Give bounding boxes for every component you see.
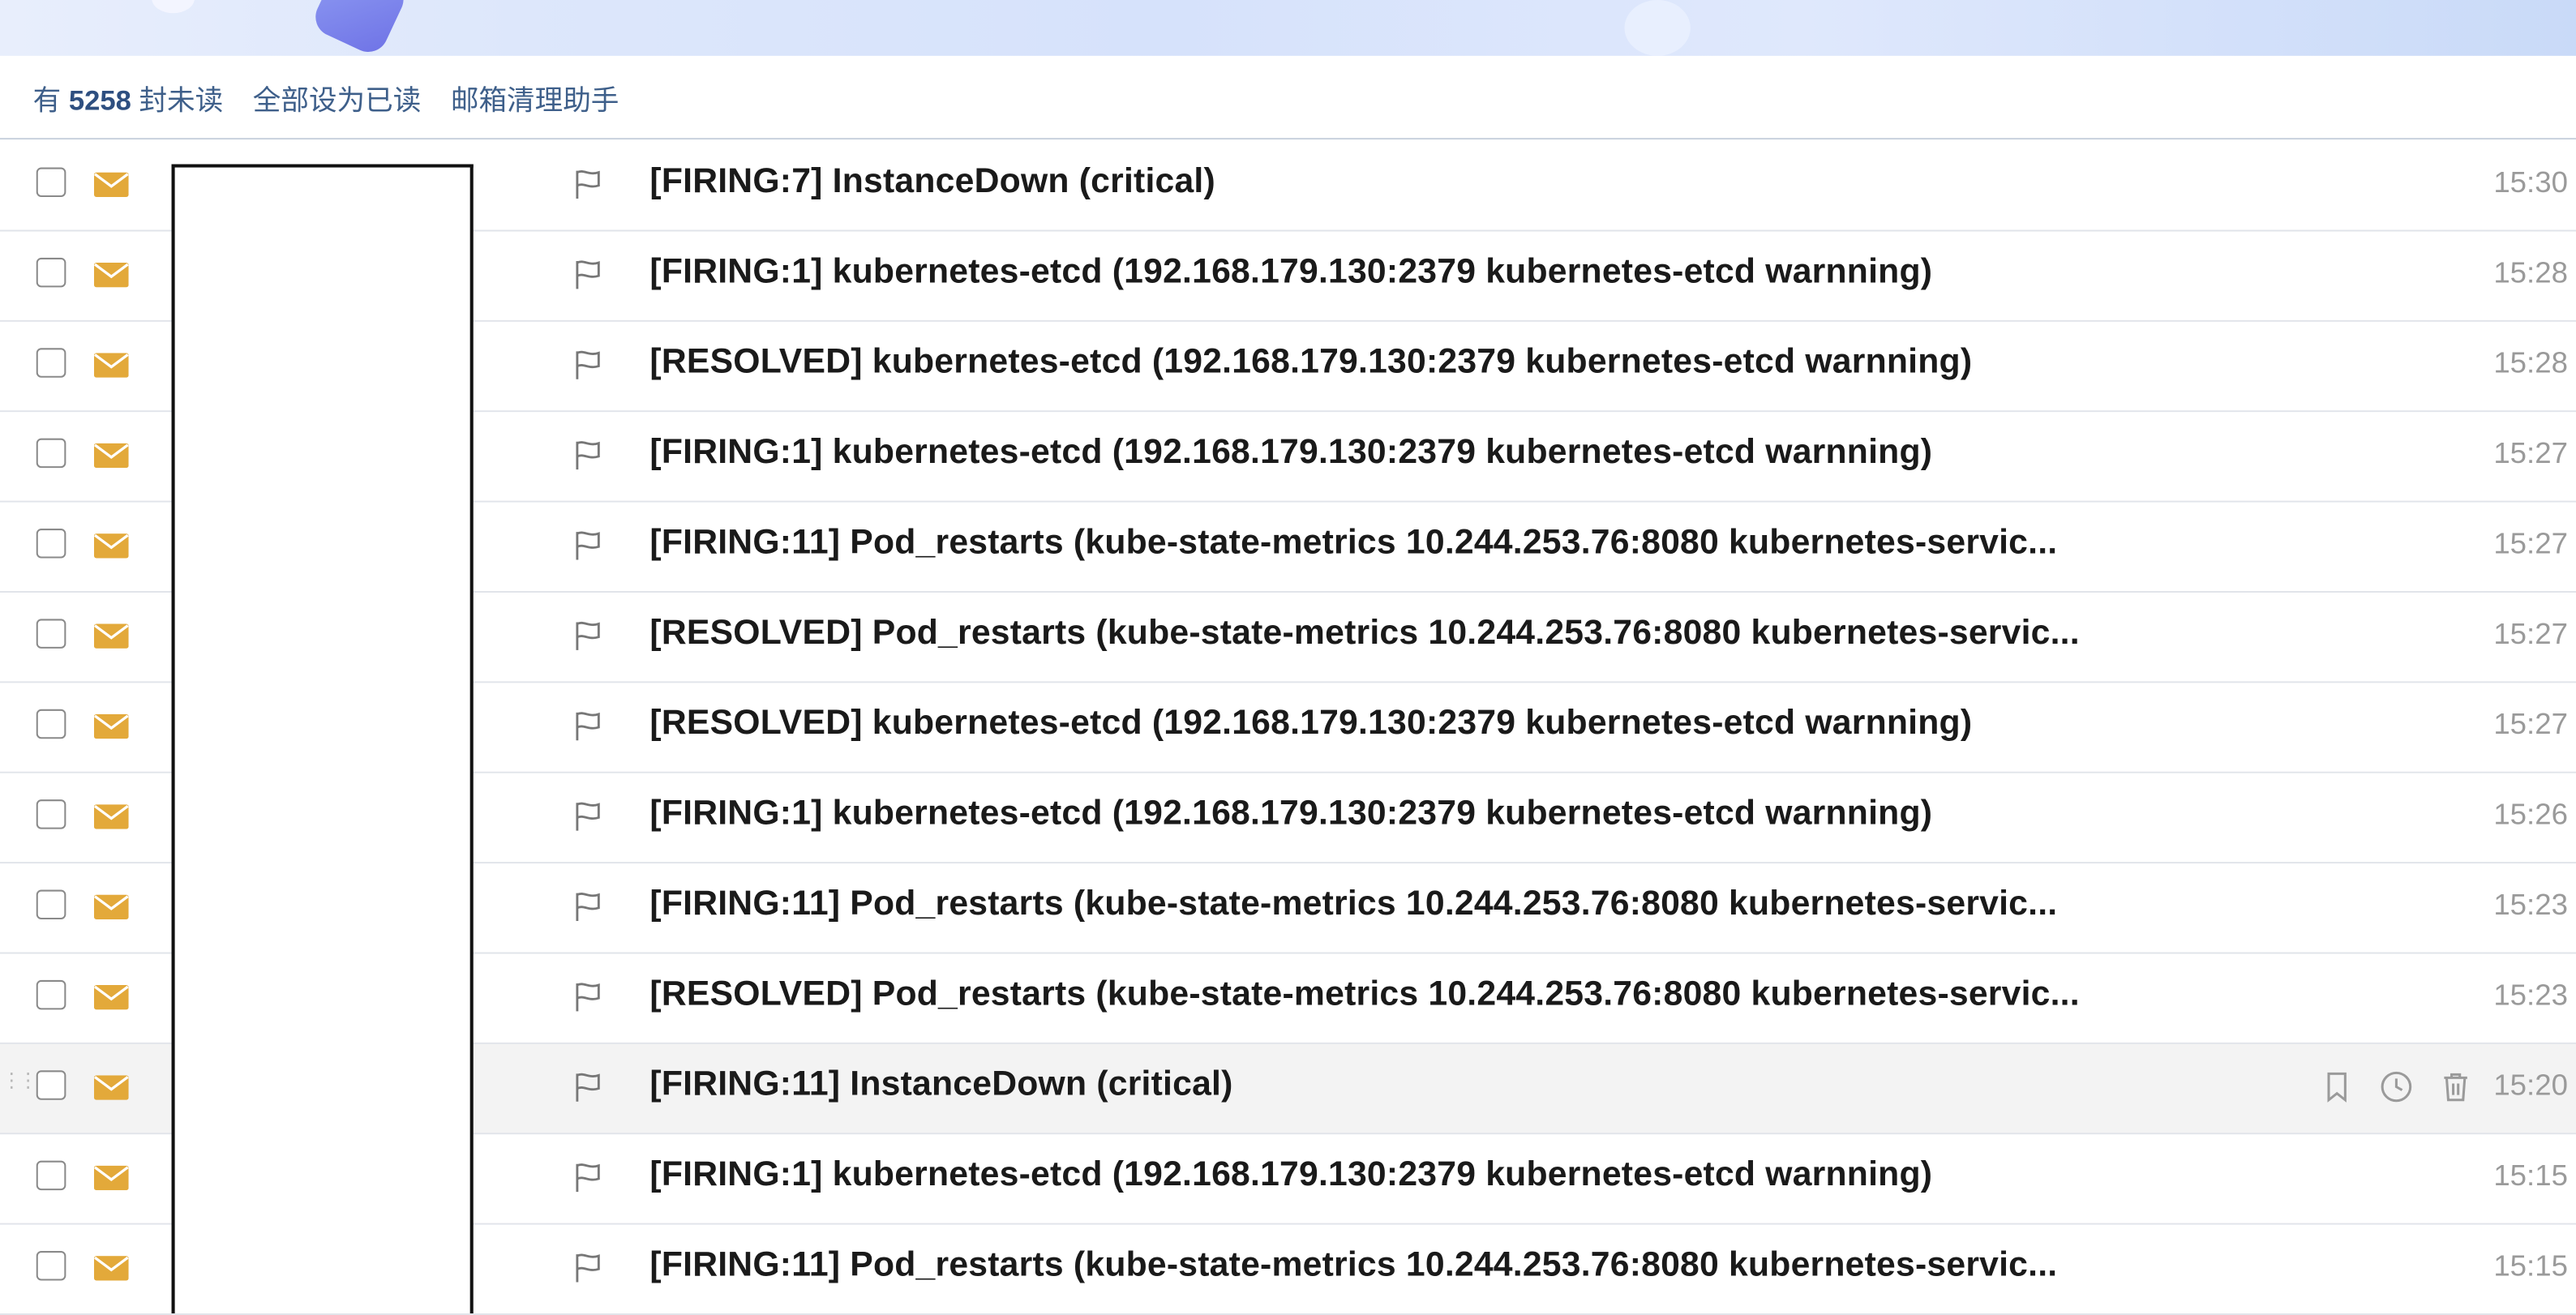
mail-time: 15:28	[2493, 346, 2568, 379]
flag-icon[interactable]	[574, 620, 602, 651]
flag-icon[interactable]	[574, 1163, 602, 1193]
banner-decoration	[152, 0, 195, 14]
unread-envelope-icon	[93, 623, 129, 649]
mail-subject[interactable]: [FIRING:1] kubernetes-etcd (192.168.179.…	[649, 1156, 1932, 1196]
mail-subject[interactable]: [FIRING:1] kubernetes-etcd (192.168.179.…	[649, 253, 1932, 293]
unread-envelope-icon	[93, 353, 129, 378]
select-checkbox[interactable]	[36, 438, 66, 469]
unread-prefix: 有	[32, 84, 62, 116]
mail-time: 15:28	[2493, 255, 2568, 289]
mail-toolbar: 有 5258 封未读 全部设为已读 邮箱清理助手	[0, 56, 2576, 140]
select-checkbox[interactable]	[36, 1070, 66, 1100]
mail-time: 15:23	[2493, 978, 2568, 1012]
select-checkbox[interactable]	[36, 348, 66, 378]
unread-envelope-icon	[93, 1165, 129, 1191]
mail-time: 15:26	[2493, 798, 2568, 831]
select-checkbox[interactable]	[36, 709, 66, 739]
banner-decoration	[1624, 0, 1691, 56]
banner-decoration	[309, 0, 410, 56]
flag-icon[interactable]	[574, 1072, 602, 1103]
mail-subject[interactable]: [FIRING:11] Pod_restarts (kube-state-met…	[649, 1246, 2057, 1286]
mail-time: 15:27	[2493, 617, 2568, 650]
row-actions	[2319, 1069, 2474, 1113]
mail-subject[interactable]: [FIRING:11] Pod_restarts (kube-state-met…	[649, 885, 2057, 924]
select-checkbox[interactable]	[36, 167, 66, 198]
header-banner	[0, 0, 2576, 56]
unread-envelope-icon	[93, 1256, 129, 1281]
mail-list-page: 有 5258 封未读 全部设为已读 邮箱清理助手 [FIRING:7] Inst…	[0, 0, 2576, 1315]
mark-all-read-link[interactable]: 全部设为已读	[253, 76, 421, 118]
redacted-sender-column	[171, 164, 474, 1314]
mail-time: 15:23	[2493, 888, 2568, 922]
select-checkbox[interactable]	[36, 1251, 66, 1281]
mailbox-cleanup-link[interactable]: 邮箱清理助手	[451, 76, 619, 118]
mail-subject[interactable]: [FIRING:1] kubernetes-etcd (192.168.179.…	[649, 434, 1932, 473]
mail-subject[interactable]: [RESOLVED] kubernetes-etcd (192.168.179.…	[649, 343, 1972, 383]
mail-time: 15:20	[2493, 1069, 2568, 1102]
unread-envelope-icon	[93, 713, 129, 739]
select-checkbox[interactable]	[36, 979, 66, 1010]
flag-icon[interactable]	[574, 801, 602, 832]
select-checkbox[interactable]	[36, 257, 66, 288]
trash-icon[interactable]	[2437, 1069, 2474, 1113]
unread-count: 5258	[68, 84, 131, 116]
mail-subject[interactable]: [RESOLVED] Pod_restarts (kube-state-metr…	[649, 614, 2079, 653]
flag-icon[interactable]	[574, 440, 602, 471]
mail-subject[interactable]: [RESOLVED] Pod_restarts (kube-state-metr…	[649, 975, 2079, 1015]
mail-time: 15:27	[2493, 436, 2568, 470]
drag-handle-icon[interactable]: ⋮⋮	[2, 1070, 38, 1090]
mail-time: 15:15	[2493, 1159, 2568, 1193]
flag-icon[interactable]	[574, 711, 602, 742]
mail-time: 15:27	[2493, 527, 2568, 560]
mail-time: 15:27	[2493, 707, 2568, 741]
mail-subject[interactable]: [RESOLVED] kubernetes-etcd (192.168.179.…	[649, 705, 1972, 744]
flag-icon[interactable]	[574, 982, 602, 1013]
mail-subject[interactable]: [FIRING:1] kubernetes-etcd (192.168.179.…	[649, 795, 1932, 834]
select-checkbox[interactable]	[36, 529, 66, 559]
unread-envelope-icon	[93, 985, 129, 1010]
mail-subject[interactable]: [FIRING:11] InstanceDown (critical)	[649, 1065, 1232, 1105]
select-checkbox[interactable]	[36, 1160, 66, 1191]
unread-suffix: 封未读	[139, 84, 224, 116]
flag-icon[interactable]	[574, 892, 602, 923]
unread-envelope-icon	[93, 894, 129, 919]
unread-envelope-icon	[93, 1075, 129, 1100]
select-checkbox[interactable]	[36, 619, 66, 649]
flag-icon[interactable]	[574, 259, 602, 290]
clock-icon[interactable]	[2378, 1069, 2415, 1113]
flag-icon[interactable]	[574, 1253, 602, 1283]
bookmark-icon[interactable]	[2319, 1069, 2355, 1113]
unread-envelope-icon	[93, 172, 129, 198]
select-checkbox[interactable]	[36, 889, 66, 919]
flag-icon[interactable]	[574, 169, 602, 200]
unread-count-label: 有 5258 封未读	[33, 76, 224, 118]
mail-subject[interactable]: [FIRING:7] InstanceDown (critical)	[649, 162, 1215, 202]
flag-icon[interactable]	[574, 349, 602, 380]
mail-time: 15:30	[2493, 165, 2568, 199]
unread-envelope-icon	[93, 263, 129, 288]
mail-time: 15:15	[2493, 1249, 2568, 1283]
unread-envelope-icon	[93, 533, 129, 559]
flag-icon[interactable]	[574, 530, 602, 561]
unread-envelope-icon	[93, 804, 129, 829]
select-checkbox[interactable]	[36, 799, 66, 829]
unread-envelope-icon	[93, 443, 129, 469]
mail-subject[interactable]: [FIRING:11] Pod_restarts (kube-state-met…	[649, 524, 2057, 563]
